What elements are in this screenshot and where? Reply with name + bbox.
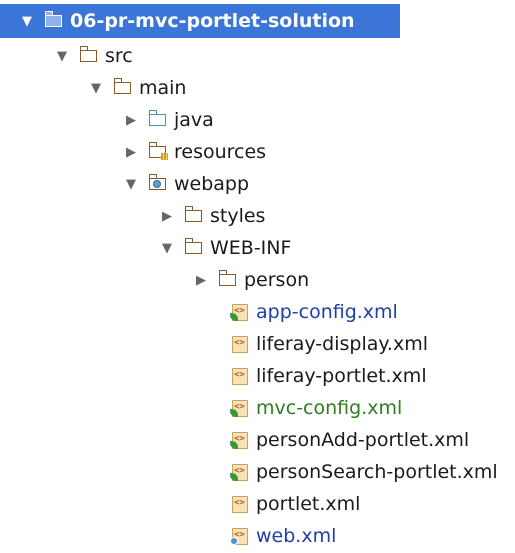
spring-xml-file-icon — [230, 399, 250, 417]
tree-item-src[interactable]: ▼ src — [0, 40, 133, 72]
tree-item-mvc-config-xml[interactable]: mvc-config.xml — [0, 392, 402, 424]
collapse-arrow-icon[interactable]: ▶ — [194, 273, 208, 288]
tree-item-java[interactable]: ▶ java — [0, 104, 214, 136]
xml-file-icon — [230, 495, 250, 513]
tree-item-label: WEB-INF — [210, 237, 292, 259]
project-folder-icon — [44, 11, 64, 30]
tree-item-liferay-portlet-xml[interactable]: liferay-portlet.xml — [0, 360, 427, 392]
tree-item-label: mvc-config.xml — [256, 397, 403, 419]
spring-xml-file-icon — [230, 463, 250, 481]
spring-xml-file-icon — [230, 303, 250, 321]
tree-item-label: src — [105, 45, 133, 67]
tree-item-label: webapp — [174, 173, 250, 195]
tree-item-label: styles — [210, 205, 266, 227]
source-folder-icon — [148, 110, 168, 129]
expand-arrow-icon[interactable]: ▼ — [124, 177, 138, 192]
web-xml-file-icon — [230, 527, 250, 545]
tree-item-label: resources — [174, 141, 267, 163]
tree-item-project-root[interactable]: ▼ 06-pr-mvc-portlet-solution — [0, 4, 400, 38]
tree-item-label: java — [174, 109, 214, 131]
collapse-arrow-icon[interactable]: ▶ — [124, 113, 138, 128]
tree-item-label: liferay-display.xml — [256, 333, 428, 355]
tree-item-main[interactable]: ▼ main — [0, 72, 186, 104]
expand-arrow-icon[interactable]: ▼ — [89, 81, 103, 96]
web-folder-icon — [148, 174, 168, 193]
tree-item-portlet-xml[interactable]: portlet.xml — [0, 488, 360, 520]
folder-icon — [184, 238, 204, 257]
tree-item-label: liferay-portlet.xml — [256, 365, 427, 387]
tree-item-label: personAdd-portlet.xml — [256, 429, 470, 451]
project-tree: ▼ 06-pr-mvc-portlet-solution ▼ src ▼ mai… — [0, 0, 515, 553]
xml-file-icon — [230, 335, 250, 353]
tree-item-label: app-config.xml — [256, 301, 398, 323]
spring-xml-file-icon — [230, 431, 250, 449]
expand-arrow-icon[interactable]: ▼ — [160, 241, 174, 256]
expand-arrow-icon[interactable]: ▼ — [20, 14, 34, 29]
tree-item-resources[interactable]: ▶ resources — [0, 136, 266, 168]
tree-item-app-config-xml[interactable]: app-config.xml — [0, 296, 398, 328]
tree-item-liferay-display-xml[interactable]: liferay-display.xml — [0, 328, 428, 360]
collapse-arrow-icon[interactable]: ▶ — [124, 145, 138, 160]
tree-item-web-inf[interactable]: ▼ WEB-INF — [0, 232, 291, 264]
expand-arrow-icon[interactable]: ▼ — [55, 49, 69, 64]
tree-item-person[interactable]: ▶ person — [0, 264, 309, 296]
tree-item-label: portlet.xml — [256, 493, 361, 515]
tree-item-label: personSearch-portlet.xml — [256, 461, 498, 483]
tree-item-styles[interactable]: ▶ styles — [0, 200, 265, 232]
resources-folder-icon — [148, 142, 168, 161]
tree-item-label: main — [139, 77, 187, 99]
xml-file-icon — [230, 367, 250, 385]
folder-icon — [218, 270, 238, 289]
tree-item-personsearch-portlet-xml[interactable]: personSearch-portlet.xml — [0, 456, 498, 488]
folder-icon — [184, 206, 204, 225]
folder-icon — [113, 78, 133, 97]
tree-item-webapp[interactable]: ▼ webapp — [0, 168, 249, 200]
tree-item-label: person — [244, 269, 310, 291]
tree-item-web-xml[interactable]: web.xml — [0, 520, 336, 552]
tree-item-label: 06-pr-mvc-portlet-solution — [70, 10, 355, 32]
tree-item-label: web.xml — [256, 525, 337, 547]
tree-item-personadd-portlet-xml[interactable]: personAdd-portlet.xml — [0, 424, 469, 456]
folder-icon — [79, 46, 99, 65]
collapse-arrow-icon[interactable]: ▶ — [160, 209, 174, 224]
